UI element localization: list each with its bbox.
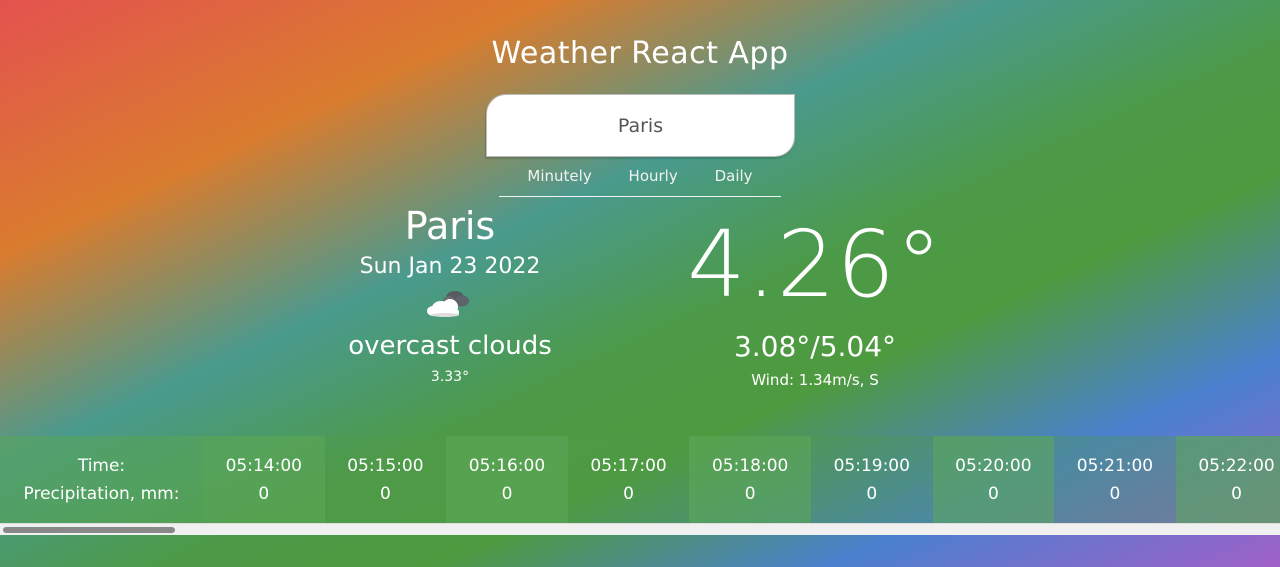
forecast-precipitation: 0 [379,483,391,504]
time-label: Time: [77,455,126,476]
forecast-precipitation: 0 [1109,483,1121,504]
forecast-precipitation: 0 [623,483,634,504]
current-weather-summary: Paris Sun Jan 23 2022 overcast clouds 3.… [300,200,600,385]
forecast-time: 05:17:00 [590,455,667,476]
current-temperature-panel: 4.26° 3.08°/5.04° Wind: 1.34m/s, S [640,210,990,389]
tab-hourly[interactable]: Hourly [621,163,686,189]
page-title: Weather React App [491,36,789,71]
forecast-time: 05:15:00 [347,455,424,476]
wind-info: Wind: 1.34m/s, S [751,371,879,389]
forecast-time: 05:20:00 [955,455,1032,476]
forecast-time: 05:19:00 [833,455,910,476]
forecast-precipitation: 0 [744,483,756,504]
forecast-cell: 05:18:00 0 [689,436,811,523]
forecast-precipitation: 0 [987,483,999,504]
forecast-cell: 05:22:00 0 [1175,436,1280,523]
current-temperature: 4.26° [687,211,943,318]
forecast-cell: 05:16:00 0 [446,436,568,523]
feels-like-temperature: 3.33° [430,369,470,385]
forecast-time: 05:22:00 [1198,455,1275,476]
minutely-forecast-strip[interactable]: Time: Precipitation, mm: 05:14:00 0 05:1… [0,436,1280,523]
city-search-input[interactable] [487,114,794,137]
horizontal-scrollbar[interactable] [0,523,1280,535]
forecast-cell: 05:19:00 0 [810,436,933,523]
forecast-cell: 05:15:00 0 [324,436,447,523]
forecast-precipitation: 0 [866,483,878,504]
weather-description: overcast clouds [348,331,552,361]
forecast-cell: 05:17:00 0 [567,436,690,523]
forecast-cell: 05:21:00 0 [1054,436,1176,523]
forecast-tabs: Minutely Hourly Daily [499,163,781,197]
forecast-time: 05:16:00 [468,455,546,476]
forecast-cell: 05:14:00 0 [203,436,325,523]
forecast-time: 05:21:00 [1076,455,1154,476]
forecast-time: 05:18:00 [711,455,789,476]
forecast-precipitation: 0 [1231,483,1242,504]
tab-minutely[interactable]: Minutely [519,163,599,189]
city-search-field[interactable] [486,94,795,157]
current-date: Sun Jan 23 2022 [359,254,541,279]
forecast-precipitation: 0 [258,483,270,504]
precipitation-label: Precipitation, mm: [23,483,180,504]
forecast-row-labels: Time: Precipitation, mm: [0,436,203,523]
scrollbar-thumb[interactable] [3,527,175,533]
cloud-icon [425,287,475,319]
min-max-temperature: 3.08°/5.04° [733,330,897,363]
city-name: Paris [404,204,496,248]
forecast-cell: 05:20:00 0 [932,436,1055,523]
forecast-time: 05:14:00 [225,455,302,476]
tab-daily[interactable]: Daily [707,163,761,189]
forecast-precipitation: 0 [501,483,513,504]
